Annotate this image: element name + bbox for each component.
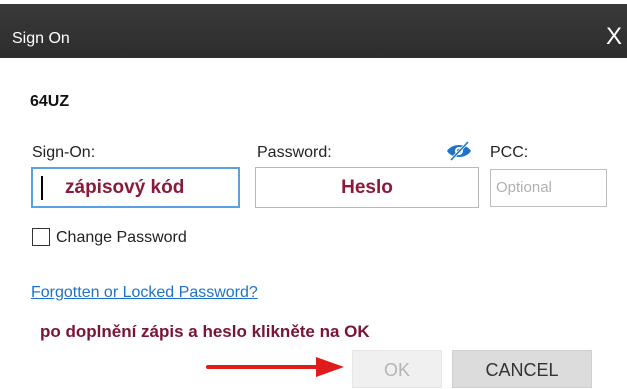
title-bar-top-edge [0,0,627,4]
pcc-input[interactable]: Optional [490,169,607,207]
change-password-checkbox[interactable] [32,228,50,246]
title-bar: Sign On X [0,0,627,58]
pcc-input-placeholder: Optional [496,179,552,196]
window-title: Sign On [12,30,70,47]
change-password-label: Change Password [56,229,187,246]
forgot-password-link[interactable]: Forgotten or Locked Password? [31,284,258,302]
signon-input-value: zápisový kód [65,177,185,198]
eye-slash-icon[interactable] [446,141,472,161]
agency-code: 64UZ [30,93,70,110]
password-label: Password: [257,144,332,161]
password-input[interactable]: Heslo [255,167,479,208]
signon-input[interactable]: zápisový kód [31,167,240,208]
text-caret [41,176,43,200]
ok-button[interactable]: OK [352,350,442,388]
signon-label: Sign-On: [32,144,96,161]
pcc-label: PCC: [490,144,529,161]
close-icon[interactable]: X [604,25,624,49]
red-arrow-icon [206,357,344,377]
password-input-value: Heslo [341,177,393,198]
cancel-button[interactable]: CANCEL [452,350,592,388]
instruction-annotation: po doplnění zápis a heslo klikněte na OK [40,322,370,341]
